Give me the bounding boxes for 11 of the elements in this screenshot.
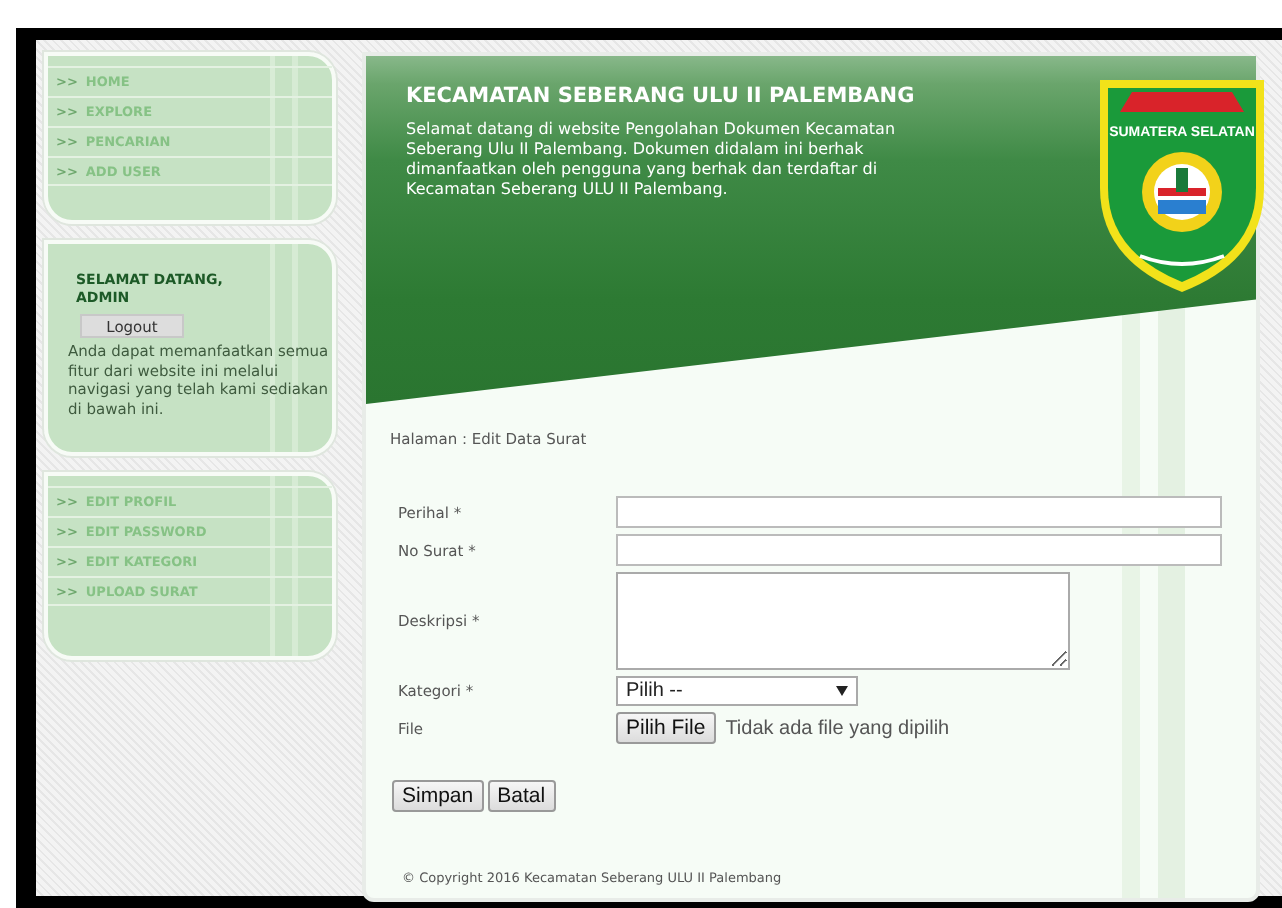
site-title: KECAMATAN SEBERANG ULU II PALEMBANG bbox=[406, 84, 917, 108]
cancel-button[interactable]: Batal bbox=[487, 780, 556, 812]
text-field[interactable] bbox=[616, 534, 1222, 566]
category-dropdown[interactable]: Pilih -- bbox=[616, 676, 858, 706]
save-button[interactable]: Simpan bbox=[392, 780, 484, 812]
intro-text: Selamat datang di website Pengolahan Dokumen Kecamatan Seberang Ulu II Palembang. Dokumen didalam ini berhak dimanfaatkan oleh pengguna yang berhak dan terdaftar di Kecamatan Seberang ULU II Palembang. bbox=[406, 120, 898, 200]
text-field[interactable] bbox=[616, 496, 1222, 528]
choose-file-button[interactable]: Pilih File bbox=[616, 712, 716, 744]
file-status: Tidak ada file yang dipilih bbox=[725, 717, 950, 739]
dropdown-arrow-icon bbox=[836, 686, 848, 696]
description-field[interactable] bbox=[616, 572, 1070, 670]
